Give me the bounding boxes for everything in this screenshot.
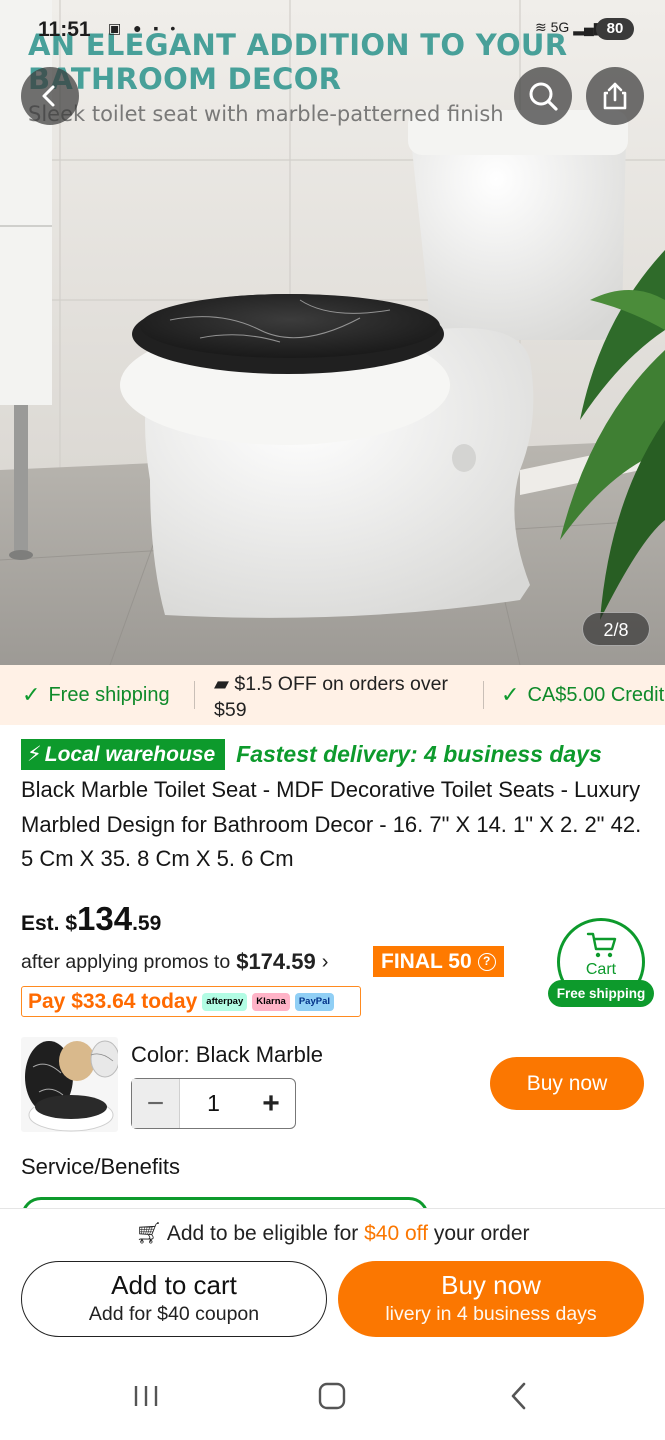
- free-shipping-promo: ✓ Free shipping: [22, 665, 170, 725]
- eligible-suffix: your order: [433, 1222, 530, 1245]
- status-bar: 11:51 ▣ ● ▪ • ≋ 5G ▂▄▆ 80: [0, 14, 665, 46]
- recent-apps-icon[interactable]: [130, 1380, 162, 1412]
- home-icon[interactable]: [316, 1380, 348, 1412]
- delivery-estimate: Fastest delivery: 4 business days: [236, 741, 602, 767]
- divider: [483, 681, 484, 709]
- final-badge-label: FINAL 50: [381, 949, 472, 973]
- original-price: $174.59: [236, 949, 316, 974]
- buy-now-inline-button[interactable]: Buy now: [490, 1057, 644, 1110]
- cart-label: Cart: [585, 961, 617, 978]
- coupon-icon: ▰: [214, 673, 229, 695]
- quantity-value[interactable]: 1: [180, 1079, 247, 1128]
- chevron-right-icon: ›: [321, 950, 329, 973]
- afterpay-logo: afterpay: [202, 992, 248, 1011]
- klarna-logo: Klarna: [252, 992, 290, 1011]
- bottom-action-bar: 🛒︎ Add to be eligible for $40 off your o…: [0, 1208, 665, 1356]
- add-to-cart-button[interactable]: Add to cart Add for $40 coupon: [21, 1261, 327, 1337]
- minus-icon: −: [146, 1086, 165, 1120]
- share-icon: [603, 82, 627, 110]
- banner-subtitle: Sleek toilet seat with marble-patterned …: [28, 102, 504, 126]
- eligible-prefix: Add to be eligible for: [166, 1222, 359, 1245]
- lightning-icon: ⚡: [27, 743, 42, 766]
- local-warehouse-label: Local warehouse: [44, 742, 216, 766]
- check-icon: ✓: [22, 682, 41, 707]
- credit-text: CA$5.00 Credit: [527, 683, 665, 706]
- quantity-stepper: − 1 +: [131, 1078, 296, 1129]
- product-image-carousel[interactable]: AN ELEGANT ADDITION TO YOUR BATHROOM DEC…: [0, 0, 665, 665]
- after-promos-label: after applying promos to: [21, 950, 231, 973]
- decrease-quantity-button[interactable]: −: [132, 1079, 180, 1128]
- status-time: 11:51: [38, 18, 91, 41]
- product-title: Black Marble Toilet Seat - MDF Decorativ…: [21, 777, 642, 871]
- price-prefix: Est. $: [21, 912, 78, 935]
- notification-icons: ▣ ● ▪ •: [108, 20, 180, 36]
- wifi-icon: ≋: [535, 19, 547, 35]
- variant-image: [25, 1040, 118, 1132]
- check-icon: ✓: [501, 682, 520, 707]
- back-button[interactable]: [21, 67, 79, 125]
- image-counter: 2/8: [582, 612, 650, 646]
- battery-indicator: 80: [596, 18, 634, 40]
- free-shipping-text: Free shipping: [48, 683, 170, 706]
- cart-icon: [586, 932, 617, 958]
- buy-now-button[interactable]: Buy now livery in 4 business days: [338, 1261, 644, 1337]
- add-to-cart-label: Add to cart: [111, 1270, 237, 1300]
- share-button[interactable]: [586, 67, 644, 125]
- coupon-eligibility-text: 🛒︎ Add to be eligible for $40 off your o…: [0, 1222, 665, 1246]
- pay-today-text: Pay $33.64 today: [28, 989, 198, 1013]
- system-navigation-bar: [0, 1356, 665, 1440]
- pay-later-banner[interactable]: Pay $33.64 today afterpay Klarna PayPal: [21, 986, 361, 1017]
- price-cents: .59: [132, 912, 162, 935]
- discount-text: $1.5 OFF on orders over $59: [214, 673, 448, 721]
- buy-now-sublabel: livery in 4 business days: [385, 1303, 597, 1325]
- color-label: Color: Black Marble: [131, 1042, 323, 1067]
- local-warehouse-badge: ⚡ Local warehouse: [21, 739, 226, 770]
- paypal-logo: PayPal: [294, 992, 334, 1011]
- plus-icon: +: [262, 1086, 280, 1120]
- discount-promo: ▰ $1.5 OFF on orders over $59: [214, 671, 476, 723]
- question-icon: ?: [477, 952, 496, 971]
- increase-quantity-button[interactable]: +: [247, 1079, 295, 1128]
- search-button[interactable]: [514, 67, 572, 125]
- price-whole: 134: [77, 900, 133, 937]
- cart-free-shipping-badge: Free shipping: [548, 980, 654, 1007]
- divider: [194, 681, 195, 709]
- cart-plus-icon: 🛒︎: [135, 1222, 163, 1245]
- buy-now-label: Buy now: [441, 1270, 541, 1300]
- eligible-amount: $40 off: [364, 1222, 428, 1245]
- network-type: 5G: [550, 19, 570, 35]
- add-to-cart-sublabel: Add for $40 coupon: [88, 1303, 260, 1325]
- credit-promo: ✓ CA$5.00 Credit: [501, 665, 664, 725]
- service-benefits-heading: Service/Benefits: [21, 1154, 180, 1179]
- price-row: Est. $ 134 .59: [21, 900, 161, 938]
- variant-thumbnail[interactable]: [21, 1037, 118, 1132]
- promo-strip[interactable]: ✓ Free shipping ▰ $1.5 OFF on orders ove…: [0, 665, 665, 725]
- search-icon: [529, 82, 558, 111]
- back-nav-icon[interactable]: [503, 1380, 535, 1412]
- chevron-left-icon: [42, 85, 55, 107]
- final-sale-badge[interactable]: FINAL 50 ?: [373, 946, 504, 977]
- banner-title-line2: BATHROOM DECOR: [28, 62, 342, 96]
- delivery-row: ⚡ Local warehouse Fastest delivery: 4 bu…: [21, 739, 602, 770]
- promo-price-row[interactable]: after applying promos to $174.59 ›: [21, 947, 328, 977]
- network-indicator: ≋ 5G ▂▄▆: [535, 19, 605, 36]
